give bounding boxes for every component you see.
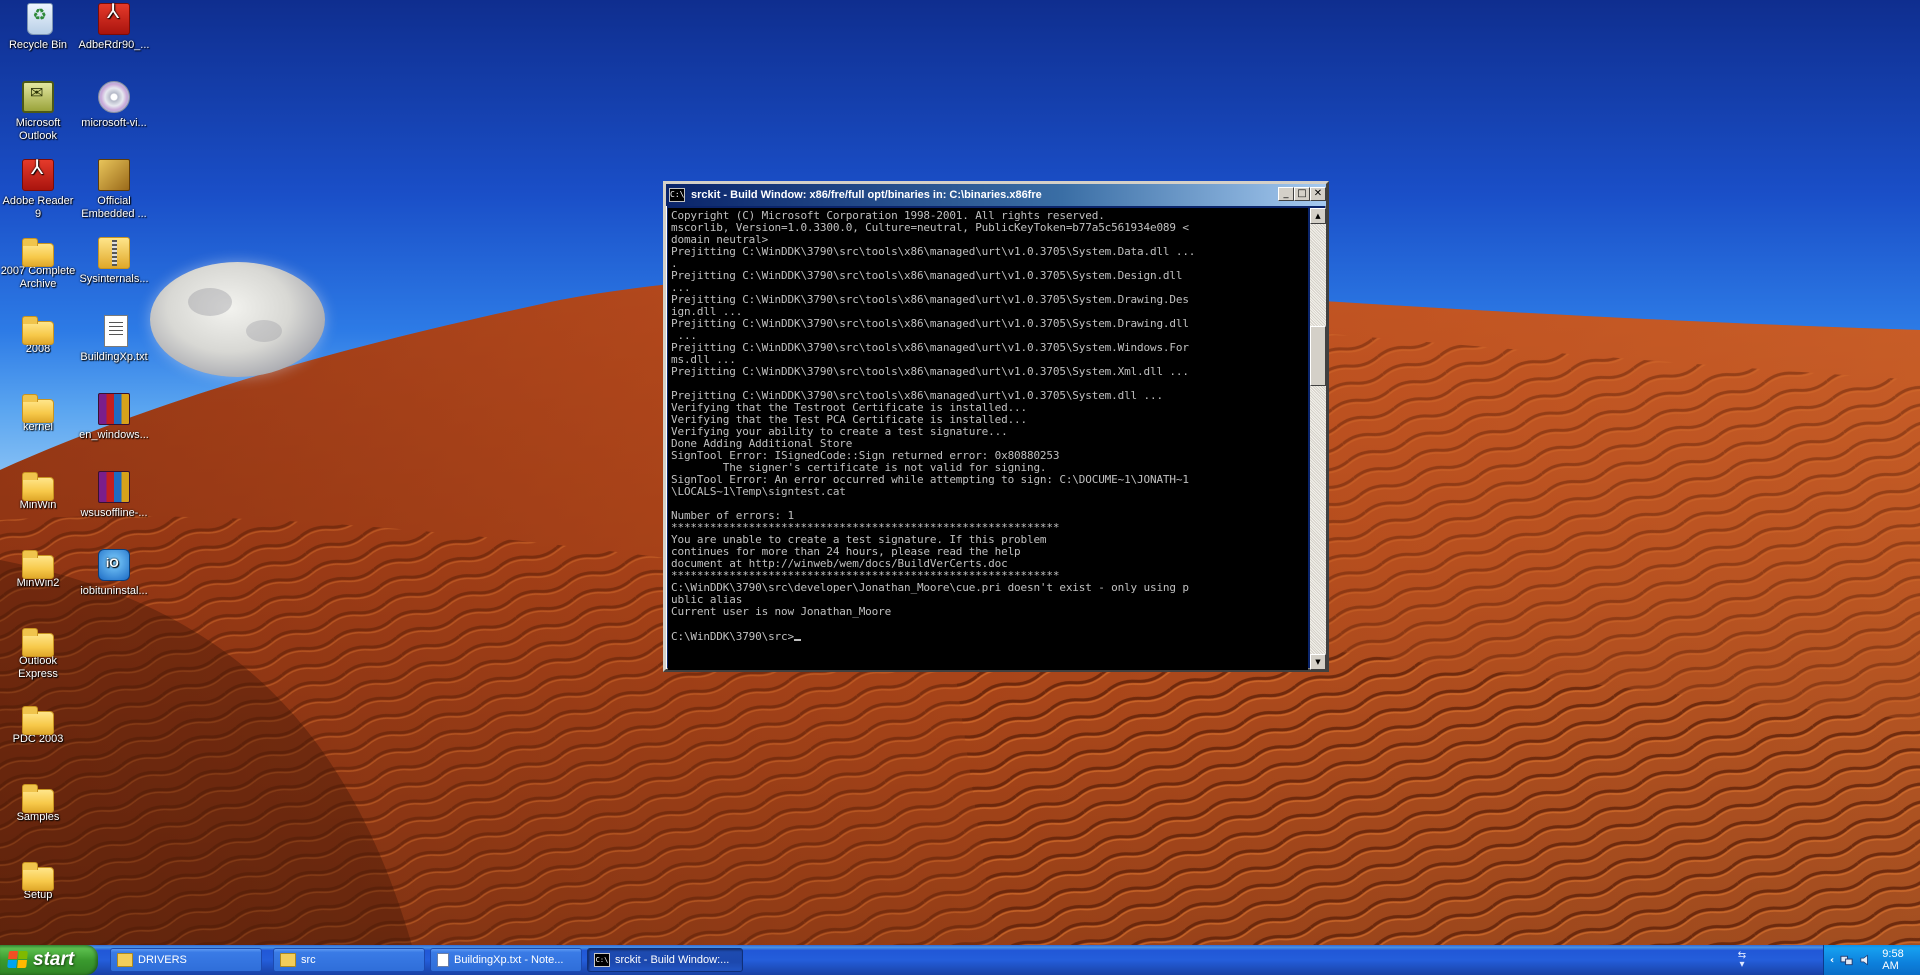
desktop-icon-minwin[interactable]: MinWin (0, 471, 76, 512)
folder-icon (22, 316, 54, 345)
zip-folder-icon (98, 237, 130, 269)
window-title: srckit - Build Window: x86/fre/full opt/… (691, 189, 1042, 201)
package-icon (98, 159, 130, 191)
text-file-icon (104, 315, 128, 347)
desktop-icon-iobituninstaller[interactable]: iobituninstal... (76, 549, 152, 598)
network-connections-icon[interactable] (1840, 953, 1853, 967)
text-cursor (793, 630, 801, 641)
desktop-icon-microsoft-vi[interactable]: microsoft-vi... (76, 81, 152, 130)
start-label: start (33, 949, 75, 970)
scrollbar-thumb[interactable] (1310, 326, 1326, 386)
adobe-reader-icon (22, 159, 54, 191)
desktop-icon-recycle-bin[interactable]: Recycle Bin (0, 3, 76, 52)
taskbar-button-notepad[interactable]: BuildingXp.txt - Note... (430, 948, 582, 972)
folder-icon (22, 628, 54, 657)
desktop-icon-buildingxp-txt[interactable]: BuildingXp.txt (76, 315, 152, 364)
notepad-icon (437, 953, 449, 967)
clock[interactable]: 9:58 AM (1882, 948, 1920, 972)
iobit-icon (98, 549, 130, 581)
desktop-icon-en-windows[interactable]: en_windows... (76, 393, 152, 442)
recycle-bin-icon (26, 3, 53, 35)
desktop-icon-outlook-express[interactable]: Outlook Express (0, 627, 76, 681)
moon (150, 262, 325, 377)
folder-icon (22, 238, 54, 267)
taskbar-button-drivers[interactable]: DRIVERS (110, 948, 262, 972)
network-icon[interactable]: ⇆ ▾ (1735, 951, 1749, 970)
folder-icon (22, 394, 54, 423)
console-output-text: Copyright (C) Microsoft Corporation 1998… (671, 209, 1196, 643)
pdf-installer-icon (98, 3, 130, 35)
folder-icon (22, 706, 54, 735)
folder-icon (22, 472, 54, 501)
folder-icon (117, 953, 133, 967)
desktop-icon-minwin2[interactable]: MinWin2 (0, 549, 76, 590)
volume-icon[interactable] (1859, 953, 1872, 967)
desktop-icon-sysinternals[interactable]: Sysinternals... (76, 237, 152, 286)
disc-image-icon (98, 81, 130, 113)
desktop-icon-adberdr90[interactable]: AdbeRdr90_... (76, 3, 152, 52)
maximize-button[interactable]: □ (1294, 187, 1310, 201)
scroll-down-arrow-icon[interactable]: ▼ (1310, 654, 1326, 670)
minimize-button[interactable]: _ (1278, 187, 1294, 201)
desktop-icon-pdc-2003[interactable]: PDC 2003 (0, 705, 76, 746)
taskbar-button-src[interactable]: src (273, 948, 425, 972)
taskbar: start DRIVERS src BuildingXp.txt - Note.… (0, 945, 1920, 975)
taskbar-button-srckit[interactable]: C:\ srckit - Build Window:... (587, 948, 743, 972)
system-tray: ‹ 9:58 AM (1823, 945, 1920, 975)
desktop-icon-2007-complete-archive[interactable]: 2007 Complete Archive (0, 237, 76, 291)
winrar-icon (98, 393, 130, 425)
console-output-area[interactable]: Copyright (C) Microsoft Corporation 1998… (668, 208, 1308, 670)
outlook-icon (22, 81, 54, 113)
desktop-icon-2008[interactable]: 2008 (0, 315, 76, 356)
desktop-icon-samples[interactable]: Samples (0, 783, 76, 824)
desktop-icon-kernel[interactable]: kernel (0, 393, 76, 434)
command-prompt-icon: C:\ (594, 953, 610, 967)
desktop-icon-microsoft-outlook[interactable]: Microsoft Outlook (0, 81, 76, 143)
title-bar[interactable]: C:\ srckit - Build Window: x86/fre/full … (666, 184, 1326, 206)
folder-icon (22, 550, 54, 579)
console-window[interactable]: C:\ srckit - Build Window: x86/fre/full … (663, 181, 1329, 672)
scroll-up-arrow-icon[interactable]: ▲ (1310, 208, 1326, 224)
folder-icon (280, 953, 296, 967)
close-button[interactable]: ✕ (1310, 187, 1326, 201)
folder-icon (22, 784, 54, 813)
desktop-icon-official-embedded[interactable]: Official Embedded ... (76, 159, 152, 221)
desktop-icon-wsusoffline[interactable]: wsusoffline-... (76, 471, 152, 520)
command-prompt-icon[interactable]: C:\ (669, 188, 685, 202)
folder-icon (22, 862, 54, 891)
show-hidden-icons-chevron-icon[interactable]: ‹ (1830, 955, 1834, 966)
desktop-icon-setup[interactable]: Setup (0, 861, 76, 902)
vertical-scrollbar[interactable]: ▲ ▼ (1310, 208, 1326, 670)
windows-flag-icon (7, 951, 29, 969)
desktop-icon-adobe-reader[interactable]: Adobe Reader 9 (0, 159, 76, 221)
start-button[interactable]: start (0, 945, 98, 975)
winrar-icon (98, 471, 130, 503)
